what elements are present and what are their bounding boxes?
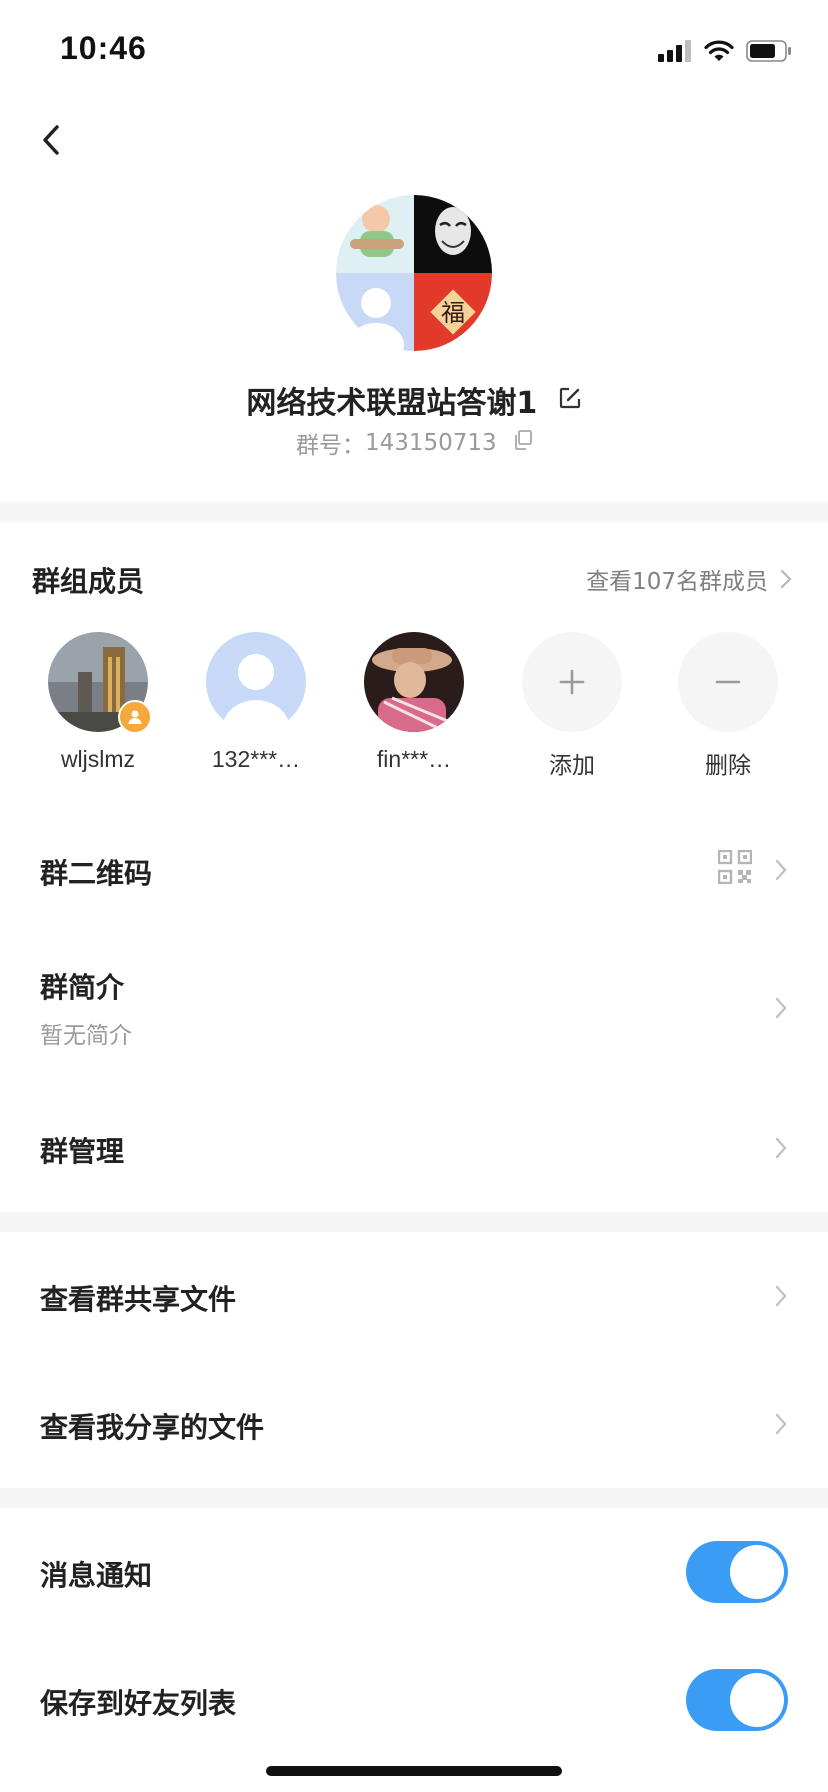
member-name: 132***… (211, 746, 301, 772)
toggle-knob (730, 1545, 784, 1599)
shared-files-label: 查看群共享文件 (40, 1283, 237, 1316)
qr-code-row[interactable]: 群二维码 (0, 830, 828, 910)
add-member-label: 添加 (549, 753, 595, 779)
chevron-right-icon (775, 1137, 787, 1159)
remove-member-circle (678, 632, 778, 732)
notifications-toggle[interactable] (686, 1541, 788, 1603)
group-name: 网络技术联盟站答谢1 (246, 386, 538, 421)
chevron-left-icon (43, 125, 59, 155)
section-divider (0, 502, 828, 522)
edit-icon[interactable] (558, 383, 582, 418)
member-avatar (206, 632, 306, 732)
chevron-right-icon (780, 569, 792, 589)
add-member-circle (522, 632, 622, 732)
status-time: 10:46 (60, 30, 147, 66)
group-manage-row[interactable]: 群管理 (0, 1108, 828, 1188)
save-to-contacts-toggle[interactable] (686, 1669, 788, 1731)
chevron-right-icon (775, 1413, 787, 1435)
member-item[interactable]: fin***… (354, 632, 474, 773)
view-all-members-link[interactable]: 查看107名群成员 (586, 562, 792, 596)
toggle-knob (730, 1673, 784, 1727)
group-id-row: 群号：143150713 (0, 426, 828, 460)
remove-member-button[interactable]: 删除 (668, 632, 788, 780)
section-divider (0, 1488, 828, 1508)
group-intro-value: 暂无简介 (40, 1023, 132, 1049)
qr-code-label: 群二维码 (40, 857, 153, 890)
notifications-label: 消息通知 (40, 1559, 153, 1592)
view-all-members-label: 查看107名群成员 (586, 569, 768, 595)
home-indicator (266, 1766, 562, 1776)
save-to-contacts-row: 保存到好友列表 (0, 1660, 828, 1740)
member-avatar (48, 632, 152, 734)
wifi-icon (704, 40, 734, 61)
my-shared-files-label: 查看我分享的文件 (40, 1411, 265, 1444)
member-name: wljslmz (60, 746, 136, 772)
group-intro-label: 群简介 (40, 971, 125, 1004)
group-avatar[interactable]: 福 (336, 195, 492, 351)
members-title: 群组成员 (32, 565, 145, 598)
member-item[interactable]: 132***… (196, 632, 316, 773)
back-button[interactable] (34, 118, 68, 162)
add-member-button[interactable]: 添加 (512, 632, 632, 780)
battery-icon (746, 40, 791, 62)
status-icons (658, 36, 792, 66)
section-divider (0, 1212, 828, 1232)
copy-icon[interactable] (514, 430, 532, 456)
group-manage-label: 群管理 (40, 1135, 125, 1168)
owner-badge-icon (118, 700, 152, 734)
member-name: fin***… (376, 746, 452, 772)
cellular-signal-icon (658, 40, 691, 62)
chevron-right-icon (775, 1285, 787, 1307)
plus-icon (559, 669, 585, 695)
svg-text:福: 福 (441, 299, 465, 327)
my-shared-files-row[interactable]: 查看我分享的文件 (0, 1384, 828, 1464)
chevron-right-icon (775, 997, 787, 1019)
shared-files-row[interactable]: 查看群共享文件 (0, 1256, 828, 1336)
chevron-right-icon (775, 859, 787, 881)
group-name-row[interactable]: 网络技术联盟站答谢1 (0, 378, 828, 422)
remove-member-label: 删除 (705, 753, 751, 779)
group-id-label: 群号： (295, 433, 365, 459)
member-item[interactable]: wljslmz (38, 632, 158, 773)
minus-icon (715, 680, 741, 684)
group-id-value: 143150713 (364, 430, 497, 456)
notifications-row: 消息通知 (0, 1532, 828, 1612)
member-avatar (364, 632, 464, 732)
qr-code-icon (718, 850, 752, 884)
save-to-contacts-label: 保存到好友列表 (40, 1687, 237, 1720)
group-intro-row[interactable]: 群简介 暂无简介 (0, 960, 828, 1060)
